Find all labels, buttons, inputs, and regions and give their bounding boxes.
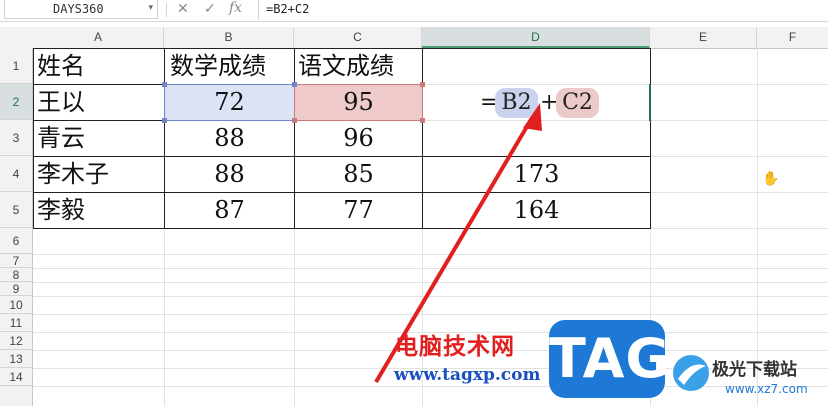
logo-url: www.xz7.com: [725, 382, 808, 396]
tag-logo: TAG: [549, 320, 670, 398]
watermark-site-name: 电脑技术网: [395, 334, 515, 360]
aurora-logo-icon: [673, 355, 709, 391]
arrow-head: [523, 103, 542, 131]
logo-text: 极光下载站: [712, 360, 797, 380]
watermark-url: www.tagxp.com: [394, 365, 541, 385]
